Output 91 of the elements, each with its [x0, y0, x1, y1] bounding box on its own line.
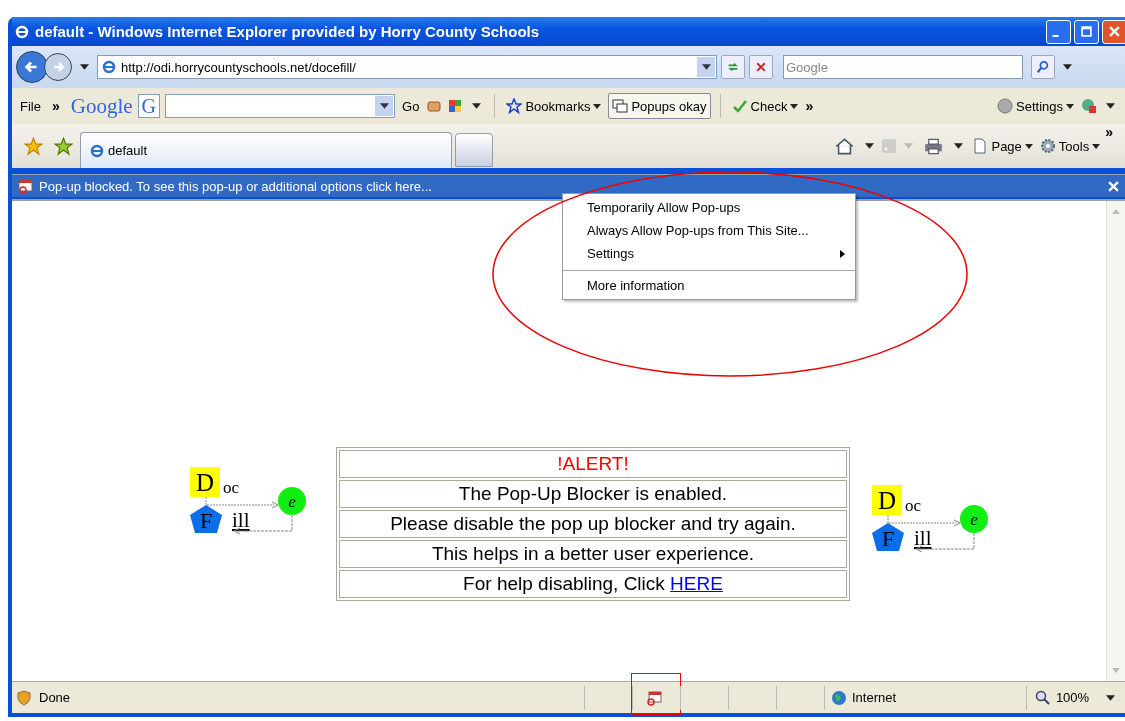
search-button[interactable]	[1031, 55, 1055, 79]
caret-icon[interactable]	[954, 143, 964, 149]
alert-message: This helps in a better user experience.	[339, 540, 847, 568]
spell-check-button[interactable]: Check	[729, 96, 801, 116]
ie-page-icon	[101, 59, 117, 75]
close-button[interactable]	[1102, 19, 1125, 44]
popups-button[interactable]: Popups okay	[608, 93, 711, 119]
minimize-icon	[1052, 35, 1059, 37]
ie-page-icon	[89, 142, 105, 159]
information-bar[interactable]: Pop-up blocked. To see this pop-up or additional options click here...	[12, 174, 1125, 197]
refresh-button[interactable]	[721, 55, 745, 79]
caret-icon[interactable]	[472, 103, 482, 109]
caret-icon[interactable]	[1063, 64, 1072, 70]
dropdown-button[interactable]	[697, 57, 715, 77]
magnifier-icon	[1034, 689, 1051, 706]
caret-icon	[1092, 143, 1101, 149]
menu-item[interactable]: Always Allow Pop-ups from This Site...	[563, 219, 855, 242]
google-search-field[interactable]	[165, 94, 396, 118]
search-icon	[1036, 60, 1050, 74]
maximize-button[interactable]	[1074, 19, 1099, 44]
status-text: Done	[39, 690, 71, 705]
refresh-icon	[726, 60, 740, 74]
go-button[interactable]: Go	[400, 96, 422, 116]
forward-button[interactable]	[44, 53, 72, 81]
caret-icon	[593, 103, 602, 109]
globe-icon	[831, 689, 847, 706]
star-icon	[506, 98, 523, 114]
menu-item[interactable]: Settings	[563, 242, 855, 265]
home-icon[interactable]	[835, 136, 855, 156]
stop-icon	[755, 61, 767, 73]
favorites-star-icon[interactable]	[24, 136, 43, 156]
caret-icon[interactable]	[1106, 103, 1115, 109]
close-icon[interactable]	[1108, 180, 1119, 192]
ie-logo-icon	[14, 23, 30, 40]
file-menu[interactable]: File	[20, 98, 41, 114]
dropdown-button[interactable]	[375, 96, 394, 116]
page-icon	[972, 138, 989, 154]
popup-blocked-icon	[18, 178, 34, 194]
search-field[interactable]: Google	[783, 55, 1023, 79]
alert-heading: !ALERT!	[339, 450, 847, 478]
menu-item[interactable]: Temporarily Allow Pop-ups	[563, 196, 855, 219]
caret-icon[interactable]	[1106, 694, 1115, 701]
shield-icon	[16, 689, 32, 706]
circle-icon	[997, 98, 1013, 114]
docefill-logo-drawing: D oc e F ill	[188, 465, 308, 535]
more-button[interactable]: »	[1105, 124, 1113, 140]
new-tab-button[interactable]	[455, 133, 493, 167]
maximize-icon	[1081, 26, 1092, 37]
tools-menu[interactable]: Tools	[1037, 136, 1103, 156]
minimize-button[interactable]	[1046, 19, 1071, 44]
google-menu-button[interactable]: G	[137, 94, 161, 118]
more-button[interactable]: »	[805, 98, 814, 114]
add-favorite-icon[interactable]	[54, 136, 73, 156]
docefill-logo-drawing: D oc e F ill	[870, 483, 990, 553]
gear-icon	[1039, 138, 1056, 154]
address-field[interactable]: http://odi.horrycountyschools.net/docefill/	[97, 55, 717, 79]
bookmarks-button[interactable]: Bookmarks	[504, 96, 604, 116]
back-button[interactable]	[16, 51, 48, 83]
menu-item[interactable]: More information	[563, 270, 855, 297]
highlight-rectangle	[631, 672, 681, 715]
more-button[interactable]: »	[51, 98, 60, 114]
browser-tab[interactable]: default	[80, 132, 452, 168]
alert-message: The Pop-Up Blocker is enabled.	[339, 480, 847, 508]
help-link[interactable]: HERE	[670, 573, 723, 594]
submenu-arrow-icon	[840, 249, 845, 258]
security-zone: Internet	[852, 690, 897, 705]
help-text: For help disabling, Click	[463, 573, 666, 594]
caret-icon	[1024, 143, 1033, 149]
printer-icon[interactable]	[924, 136, 944, 156]
windows-icon	[612, 98, 629, 114]
news-icon[interactable]	[426, 98, 443, 114]
puzzle-icon[interactable]	[447, 98, 464, 114]
window-title: default - Windows Internet Explorer provided by Horry County Schools	[35, 23, 540, 40]
page-menu[interactable]: Page	[970, 136, 1035, 156]
url-text: http://odi.horrycountyschools.net/docefill/	[121, 59, 357, 75]
caret-icon	[701, 64, 711, 70]
caret-icon[interactable]	[865, 143, 875, 149]
caret-icon	[790, 103, 799, 109]
information-bar-text: Pop-up blocked. To see this pop-up or additional options click here...	[39, 178, 432, 194]
toolbar-options-icon[interactable]	[1081, 98, 1097, 114]
popup-blocked-icon[interactable]	[646, 689, 662, 706]
caret-icon[interactable]	[80, 64, 89, 70]
caret-icon	[379, 103, 389, 109]
checkmark-icon	[731, 98, 748, 114]
close-icon	[1109, 26, 1120, 37]
stop-button[interactable]	[749, 55, 773, 79]
google-logo: Google	[70, 93, 133, 119]
caret-icon	[1066, 103, 1074, 109]
alert-message: Please disable the pop up blocker and try again.	[339, 510, 847, 538]
zoom-button[interactable]: 100%	[1026, 685, 1097, 710]
settings-button[interactable]: Settings	[995, 96, 1076, 116]
